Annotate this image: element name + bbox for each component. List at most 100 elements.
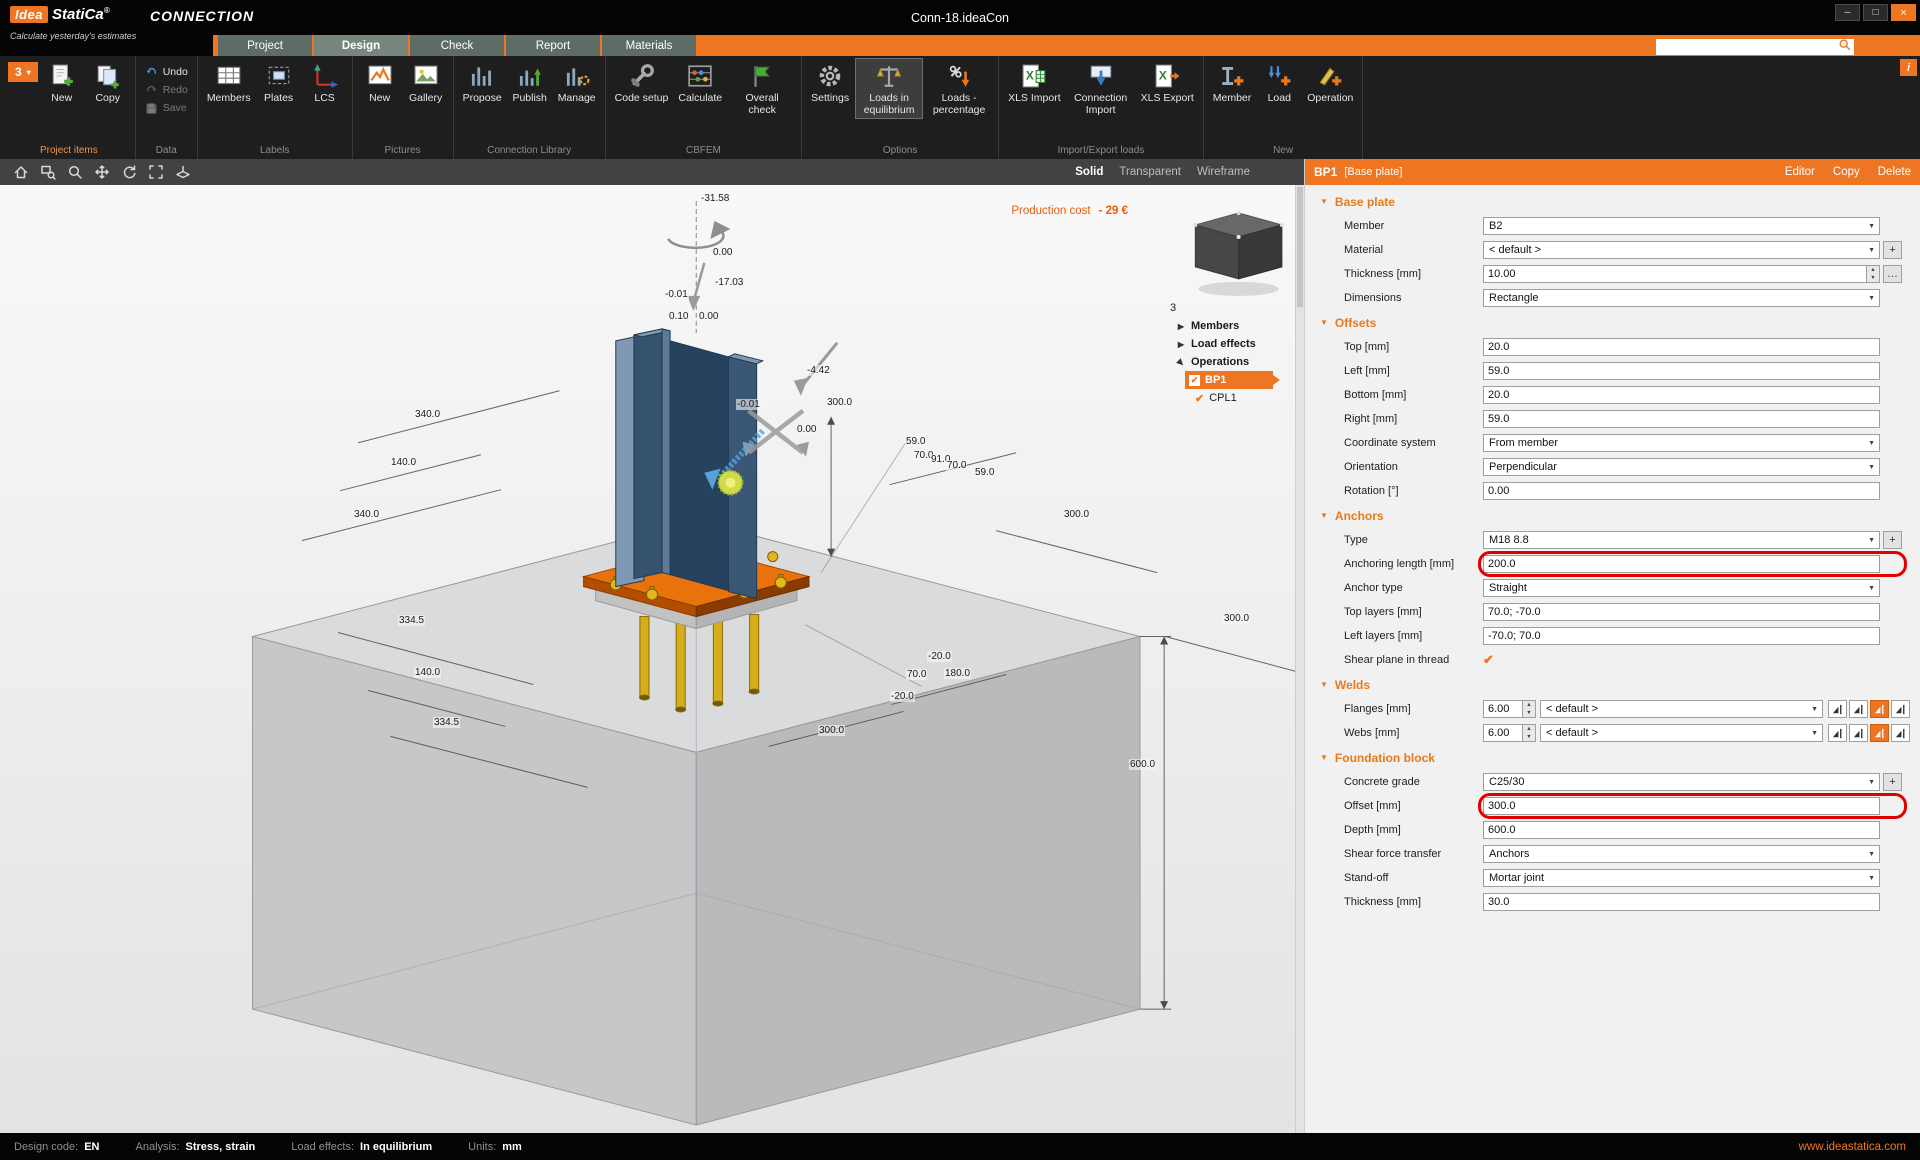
right-mm-input[interactable] [1483,410,1880,428]
cbfem-code-setup-button[interactable]: Code setup [611,58,673,114]
stand-off-dropdown[interactable]: Mortar joint▼ [1483,869,1880,887]
data-save-button[interactable]: Save [141,100,192,116]
steel-column[interactable] [616,329,763,599]
tab-project[interactable]: Project [218,35,312,56]
import-export-loads-xls-import-button[interactable]: XXLS Import [1004,58,1065,114]
orientation-dropdown[interactable]: Perpendicular▼ [1483,458,1880,476]
top-mm-input[interactable] [1483,338,1880,356]
weld-type-button[interactable] [1891,700,1910,718]
website-link[interactable]: www.ideastatica.com [1799,1141,1906,1153]
delete-button[interactable]: Delete [1878,166,1911,178]
section-collapse-icon[interactable]: ▼ [1320,753,1328,762]
concrete-grade-dropdown[interactable]: C25/30▼ [1483,773,1880,791]
flanges-mm-size-input[interactable] [1483,700,1523,718]
render-mode-wireframe[interactable]: Wireframe [1197,166,1250,178]
weld-type-button[interactable] [1870,724,1889,742]
copy-button[interactable]: Copy [1833,166,1860,178]
render-mode-solid[interactable]: Solid [1075,166,1103,178]
tab-materials[interactable]: Materials [602,35,696,56]
anchor-type-dropdown[interactable]: Straight▼ [1483,579,1880,597]
pictures-new-button[interactable]: New [358,58,402,114]
new-load-button[interactable]: Load [1257,58,1301,114]
add-material-button[interactable]: + [1883,241,1902,259]
spinner[interactable]: ▲▼ [1867,265,1880,283]
anchoring-length-mm-input[interactable] [1483,555,1880,573]
section-foundation-block[interactable]: ▼Foundation block [1305,745,1912,770]
options-settings-button[interactable]: Settings [807,58,853,114]
info-button[interactable]: i [1900,59,1917,76]
close-button[interactable]: × [1891,4,1916,21]
tab-check[interactable]: Check [410,35,504,56]
left-layers-mm-input[interactable] [1483,627,1880,645]
section-collapse-icon[interactable]: ▼ [1320,511,1328,520]
connection-library-manage-button[interactable]: Manage [554,58,600,114]
project-items-copy-button[interactable]: Copy [86,58,130,114]
rotate-icon[interactable] [116,161,141,183]
collapse-icon[interactable]: ▶ [1174,355,1187,368]
search-icon[interactable] [1838,38,1852,52]
labels-members-button[interactable]: Members [203,58,255,114]
options-loads-in-equilibrium-button[interactable]: Loads in equilibrium [855,58,923,119]
weld-type-button[interactable] [1870,700,1889,718]
tree-item-cpl1[interactable]: ✔CPL1 [1168,389,1292,407]
material-dropdown[interactable]: < default >▼ [1483,241,1880,259]
data-undo-button[interactable]: Undo [141,64,192,80]
add-type-button[interactable]: + [1883,531,1902,549]
connection-library-propose-button[interactable]: Propose [459,58,506,114]
zoom-icon[interactable] [62,161,87,183]
minimize-button[interactable]: – [1835,4,1860,21]
webs-mm-size-input[interactable] [1483,724,1523,742]
editor-button[interactable]: Editor [1785,166,1815,178]
weld-type-button[interactable] [1828,700,1847,718]
cbfem-overall-check-button[interactable]: Overall check [728,58,796,119]
webs-mm-material-dropdown[interactable]: < default >▼ [1540,724,1823,742]
weld-type-button[interactable] [1891,724,1910,742]
shear-force-transfer-dropdown[interactable]: Anchors▼ [1483,845,1880,863]
labels-plates-button[interactable]: Plates [257,58,301,114]
import-export-loads-connection-import-button[interactable]: Connection Import [1067,58,1135,119]
weld-type-button[interactable] [1828,724,1847,742]
type-dropdown[interactable]: M18 8.8▼ [1483,531,1880,549]
section-offsets[interactable]: ▼Offsets [1305,310,1912,335]
shear-plane-in-thread-checkbox[interactable]: ✔ [1483,652,1494,668]
left-mm-input[interactable] [1483,362,1880,380]
tree-root-item[interactable]: 3 [1168,299,1292,317]
connection-library-publish-button[interactable]: Publish [508,58,552,114]
pictures-gallery-button[interactable]: Gallery [404,58,448,114]
weld-type-button[interactable] [1849,724,1868,742]
search-input[interactable] [1656,39,1854,55]
data-redo-button[interactable]: Redo [141,82,192,98]
offset-mm-input[interactable] [1483,797,1880,815]
top-layers-mm-input[interactable] [1483,603,1880,621]
bottom-mm-input[interactable] [1483,386,1880,404]
navigation-cube[interactable] [1193,211,1284,296]
spinner[interactable]: ▲▼ [1523,724,1536,742]
new-member-button[interactable]: Member [1209,58,1256,114]
flanges-mm-material-dropdown[interactable]: < default >▼ [1540,700,1823,718]
tab-report[interactable]: Report [506,35,600,56]
fit-view-icon[interactable] [143,161,168,183]
expand-icon[interactable]: ▶ [1176,340,1186,349]
weld-type-button[interactable] [1849,700,1868,718]
check-icon[interactable]: ✔ [1195,392,1204,405]
tab-design[interactable]: Design [314,35,408,56]
project-items-selector[interactable]: 3▾ [8,62,38,82]
expand-icon[interactable]: ▶ [1176,322,1186,331]
section-collapse-icon[interactable]: ▼ [1320,197,1328,206]
section-collapse-icon[interactable]: ▼ [1320,318,1328,327]
dimensions-dropdown[interactable]: Rectangle▼ [1483,289,1880,307]
tree-item-bp1[interactable]: ✔BP1 [1185,371,1273,389]
options-loads-percentage-button[interactable]: Loads - percentage [925,58,993,119]
add-concrete-grade-button[interactable]: + [1883,773,1902,791]
import-export-loads-xls-export-button[interactable]: XXLS Export [1137,58,1198,114]
pan-icon[interactable] [89,161,114,183]
home-view-icon[interactable] [8,161,33,183]
labels-lcs-button[interactable]: LCS [303,58,347,114]
member-dropdown[interactable]: B2▼ [1483,217,1880,235]
section-base-plate[interactable]: ▼Base plate [1305,189,1912,214]
viewport-canvas[interactable]: -31.580.00-17.03-0.010.100.00-4.42-0.013… [0,185,1304,1133]
spinner[interactable]: ▲▼ [1523,700,1536,718]
section-welds[interactable]: ▼Welds [1305,672,1912,697]
project-items-new-button[interactable]: New [40,58,84,114]
thickness-mm-input[interactable] [1483,265,1867,283]
